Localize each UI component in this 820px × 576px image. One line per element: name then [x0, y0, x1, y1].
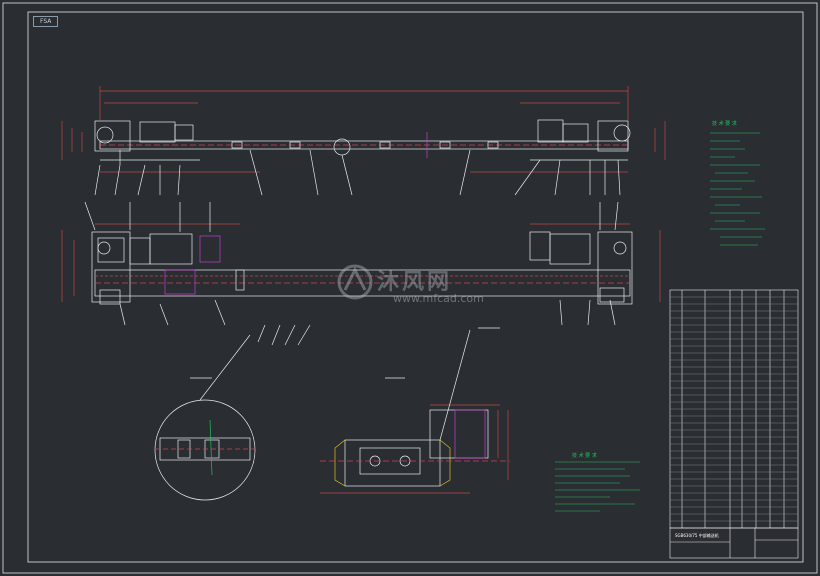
front-elevation-view — [61, 86, 666, 196]
watermark-logo-icon — [337, 264, 373, 300]
detail-circle-view — [154, 334, 256, 501]
technical-requirements-bottom — [555, 461, 640, 512]
sheet-number-tag: FSA — [33, 16, 59, 27]
cross-section-view — [320, 327, 510, 494]
technical-requirements-right-title: 技 术 要 求 — [712, 121, 737, 127]
parts-list-rows — [670, 296, 798, 522]
title-block-name: SGB630/75 中部输送机 — [675, 533, 719, 538]
watermark: 沐风网 www.mfcad.com — [335, 262, 495, 312]
technical-requirements-bottom-title: 技 术 要 求 — [572, 453, 597, 459]
watermark-url: www.mfcad.com — [393, 292, 484, 305]
technical-requirements-right — [710, 132, 765, 246]
